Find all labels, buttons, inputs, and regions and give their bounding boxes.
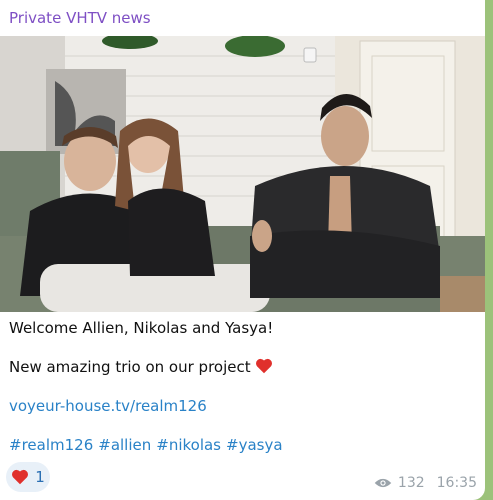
post-link-line: voyeur-house.tv/realm126 [9,396,474,416]
hashtag-realm126[interactable]: #realm126 [9,436,93,454]
reaction-count: 1 [35,468,45,486]
hashtag-nikolas[interactable]: #nikolas [156,436,221,454]
message-bubble: Private VHTV news Welcome Allien, Nikola… [0,0,485,500]
message-time: 16:35 [436,475,477,491]
message-meta: 132 16:35 [374,475,477,491]
post-photo[interactable] [0,36,485,312]
post-line-trio: New amazing trio on our project [9,357,474,377]
channel-name[interactable]: Private VHTV news [9,9,151,27]
hashtag-allien[interactable]: #allien [98,436,151,454]
hashtag-yasya[interactable]: #yasya [226,436,283,454]
heart-icon [12,469,29,485]
chat-background [485,0,493,500]
post-link[interactable]: voyeur-house.tv/realm126 [9,397,207,415]
hashtags-line: #realm126 #allien #nikolas #yasya [9,435,474,455]
post-line-welcome: Welcome Allien, Nikolas and Yasya! [9,319,274,337]
post-text: Welcome Allien, Nikolas and Yasya! New a… [9,318,474,455]
eye-icon [374,478,392,488]
photo-illustration [0,36,485,312]
reaction-heart-button[interactable]: 1 [6,462,50,492]
view-count: 132 [397,475,425,491]
heart-emoji-icon [256,358,273,374]
